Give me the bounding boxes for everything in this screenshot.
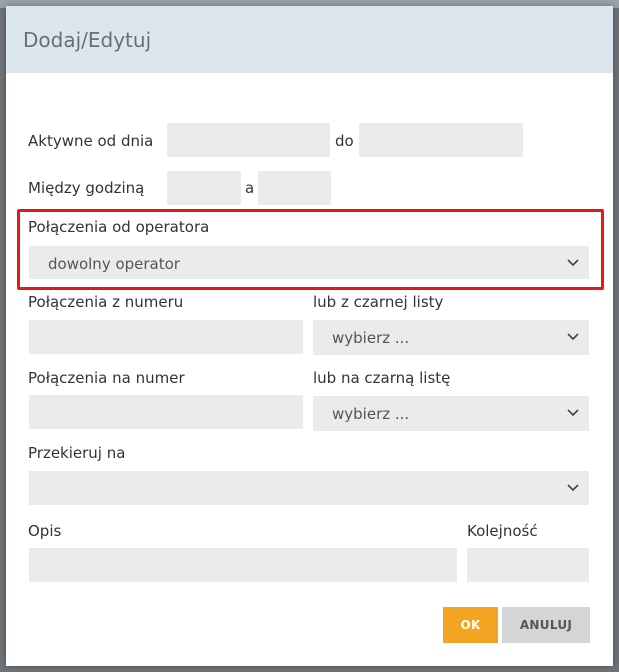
active-to-label: do (335, 132, 354, 150)
from-number-label: Połączenia z numeru (28, 293, 184, 311)
to-number-input[interactable] (29, 395, 303, 429)
description-input[interactable] (29, 548, 457, 582)
chevron-down-icon (567, 409, 579, 417)
redirect-select[interactable] (29, 471, 589, 505)
between-hours-label: Między godziną (28, 179, 145, 197)
from-number-input[interactable] (29, 320, 303, 354)
description-label: Opis (28, 522, 62, 540)
order-label: Kolejność (467, 522, 538, 540)
active-to-date-input[interactable] (359, 123, 523, 157)
redirect-label: Przekieruj na (28, 444, 126, 462)
to-blacklist-label: lub na czarną listę (313, 369, 451, 387)
from-blacklist-select[interactable]: wybierz ... (313, 320, 589, 355)
dialog-title: Dodaj/Edytuj (23, 28, 152, 52)
to-number-label: Połączenia na numer (28, 369, 185, 387)
chevron-down-icon (567, 259, 579, 267)
from-blacklist-value: wybierz ... (332, 329, 410, 347)
dialog-header: Dodaj/Edytuj (6, 6, 613, 73)
order-input[interactable] (467, 548, 589, 582)
to-blacklist-value: wybierz ... (332, 405, 410, 423)
chevron-down-icon (567, 484, 579, 492)
operator-select-value: dowolny operator (48, 255, 180, 273)
operator-label: Połączenia od operatora (28, 218, 210, 236)
active-from-label: Aktywne od dnia (28, 132, 154, 150)
to-blacklist-select[interactable]: wybierz ... (313, 396, 589, 431)
active-from-date-input[interactable] (167, 123, 330, 157)
from-blacklist-label: lub z czarnej listy (313, 293, 444, 311)
hour-from-input[interactable] (167, 171, 241, 205)
operator-select[interactable]: dowolny operator (29, 246, 589, 279)
cancel-button[interactable]: ANULUJ (502, 607, 590, 643)
chevron-down-icon (567, 333, 579, 341)
hour-to-input[interactable] (258, 171, 331, 205)
hours-and-label: a (245, 179, 255, 197)
ok-button[interactable]: OK (443, 607, 498, 643)
dialog: Dodaj/Edytuj Aktywne od dnia do Między g… (6, 6, 613, 666)
